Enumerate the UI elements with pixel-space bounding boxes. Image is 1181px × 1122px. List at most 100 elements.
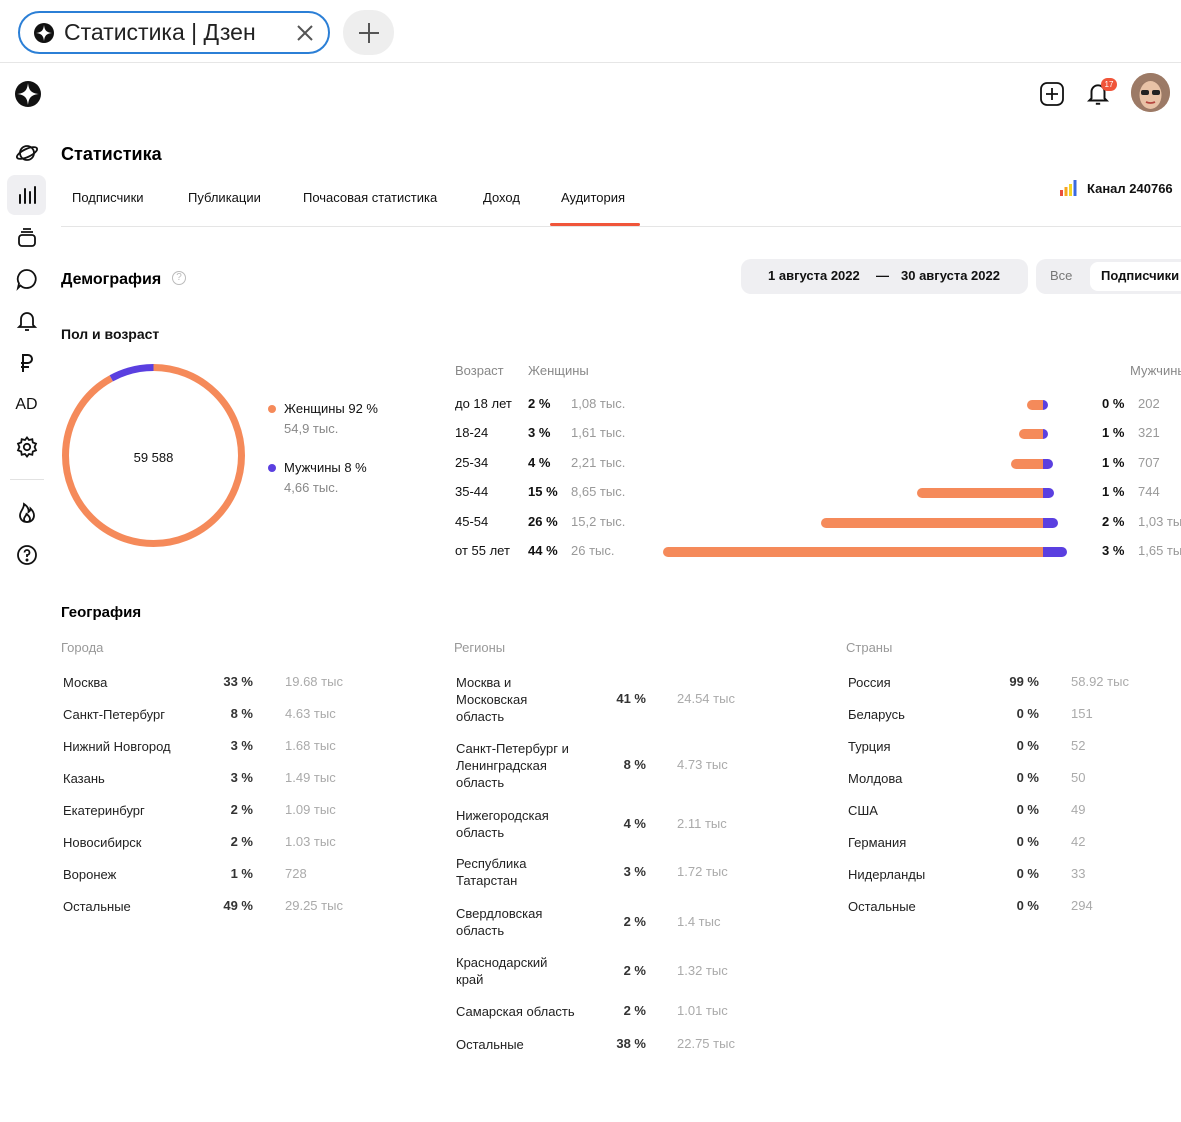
date-range-picker[interactable]: 1 августа 2022 — 30 августа 2022	[741, 259, 1028, 294]
women-bar	[916, 488, 1043, 499]
sidebar-item-notifications[interactable]	[7, 301, 46, 341]
segment-all[interactable]: Все	[1050, 268, 1072, 283]
men-count: 1,65 тыс.	[1138, 543, 1181, 558]
age-row: 45-54 26 % 15,2 тыс. 2 % 1,03 тыс.	[0, 514, 1181, 534]
men-bar	[1043, 400, 1048, 410]
men-count: 744	[1138, 484, 1160, 500]
geo-count: 151	[1071, 706, 1093, 721]
geo-name: Новосибирск	[63, 835, 142, 850]
geo-count: 1.03 тыс	[285, 834, 336, 849]
geo-percent: 38 %	[616, 1036, 646, 1051]
sidebar-item-feed[interactable]	[7, 133, 46, 173]
chat-bubble-icon	[15, 269, 37, 291]
geo-count: 22.75 тыс	[677, 1036, 735, 1051]
tab-subscribers[interactable]: Подписчики	[72, 190, 144, 205]
geo-percent: 8 %	[230, 706, 253, 721]
men-count: 321	[1138, 425, 1160, 441]
geo-percent: 0 %	[1016, 834, 1039, 849]
men-bar	[1043, 517, 1058, 528]
geo-name: США	[848, 803, 878, 818]
geo-name: Краснодарский край	[456, 955, 548, 987]
sidebar-item-monetization[interactable]	[7, 343, 46, 383]
geo-percent: 3 %	[230, 738, 253, 753]
geo-count: 24.54 тыс	[677, 691, 735, 706]
page-title: Статистика	[61, 144, 162, 164]
age-row: 35-44 15 % 8,65 тыс. 1 % 744	[0, 484, 1181, 504]
user-photo	[1131, 73, 1170, 112]
geo-name: Республика Татарстан	[456, 856, 527, 888]
segment-subscribers[interactable]: Подписчики	[1090, 262, 1181, 291]
geo-name: Санкт-Петербург	[63, 707, 165, 722]
geo-percent: 1 %	[230, 866, 253, 881]
geo-count: 1.49 тыс	[285, 770, 336, 785]
sidebar-divider	[10, 479, 44, 480]
layers-icon	[17, 228, 36, 247]
channel-chart-icon	[1060, 180, 1077, 196]
geo-count: 49	[1071, 802, 1086, 817]
men-count: 707	[1138, 454, 1160, 470]
zen-logo-icon[interactable]	[14, 80, 42, 108]
sidebar-item-publications[interactable]	[7, 217, 46, 257]
age-group-label: 35-44	[455, 484, 489, 500]
browser-tab-title: Статистика | Дзен	[64, 19, 256, 45]
geo-percent: 0 %	[1016, 898, 1039, 913]
tab-hourly-stats[interactable]: Почасовая статистика	[303, 190, 437, 205]
geo-name: Остальные	[848, 899, 916, 914]
age-row: 25-34 4 % 2,21 тыс. 1 % 707	[0, 455, 1181, 475]
geo-count: 1.68 тыс	[285, 738, 336, 753]
help-icon[interactable]: ?	[172, 271, 186, 285]
channel-label: Канал 240766	[1087, 180, 1173, 196]
women-bar	[820, 517, 1043, 528]
women-percent: 3 %	[528, 425, 551, 441]
geo-count: 4.63 тыс	[285, 706, 336, 721]
age-group-label: от 55 лет	[455, 543, 510, 558]
geo-percent: 0 %	[1016, 802, 1039, 817]
geo-count: 29.25 тыс	[285, 898, 343, 913]
tab-audience[interactable]: Аудитория	[561, 190, 625, 205]
geo-percent: 41 %	[616, 691, 646, 706]
geo-count: 1.72 тыс	[677, 863, 728, 879]
men-percent: 2 %	[1102, 513, 1125, 529]
geo-percent: 3 %	[623, 863, 646, 879]
geo-percent: 0 %	[1016, 866, 1039, 881]
men-bar	[1043, 488, 1054, 499]
geo-name: Свердловская область	[456, 906, 543, 938]
tab-close-icon[interactable]	[294, 22, 316, 44]
create-button[interactable]	[1038, 80, 1066, 108]
ruble-icon	[20, 354, 33, 372]
geo-name: Остальные	[456, 1037, 524, 1052]
avatar[interactable]	[1131, 73, 1170, 112]
active-tab-indicator	[550, 223, 640, 226]
geo-percent: 0 %	[1016, 706, 1039, 721]
geo-name: Воронеж	[63, 867, 117, 882]
date-to: 30 августа 2022	[901, 268, 1000, 283]
geo-name: Турция	[848, 739, 891, 754]
sidebar-item-comments[interactable]	[7, 259, 46, 299]
geo-count: 50	[1071, 770, 1086, 785]
tab-publications[interactable]: Публикации	[188, 190, 261, 205]
age-header: Возраст	[455, 363, 504, 378]
age-row: до 18 лет 2 % 1,08 тыс. 0 % 202	[0, 396, 1181, 416]
browser-tab[interactable]: Статистика | Дзен	[18, 11, 330, 54]
geo-count: 1.09 тыс	[285, 802, 336, 817]
geo-percent: 2 %	[623, 1003, 646, 1018]
men-percent: 1 %	[1102, 425, 1125, 441]
sidebar-item-statistics[interactable]	[7, 175, 46, 215]
geo-percent: 0 %	[1016, 770, 1039, 785]
women-count: 1,08 тыс.	[571, 396, 626, 411]
geo-count: 4.73 тыс	[677, 757, 728, 772]
men-count: 1,03 тыс.	[1138, 513, 1181, 529]
men-bar	[1043, 458, 1054, 469]
geo-percent: 2 %	[230, 834, 253, 849]
geo-percent: 2 %	[623, 913, 646, 929]
new-tab-button[interactable]	[343, 10, 394, 55]
women-bar	[663, 547, 1043, 557]
tab-income[interactable]: Доход	[483, 190, 520, 205]
women-bar	[1019, 429, 1043, 440]
channel-selector[interactable]: Канал 240766	[1060, 180, 1173, 196]
age-row: 18-24 3 % 1,61 тыс. 1 % 321	[0, 425, 1181, 445]
women-count: 15,2 тыс.	[571, 513, 626, 529]
cities-title: Города	[61, 640, 104, 655]
notifications-badge: 17	[1101, 78, 1117, 91]
women-count: 26 тыс.	[571, 543, 615, 558]
